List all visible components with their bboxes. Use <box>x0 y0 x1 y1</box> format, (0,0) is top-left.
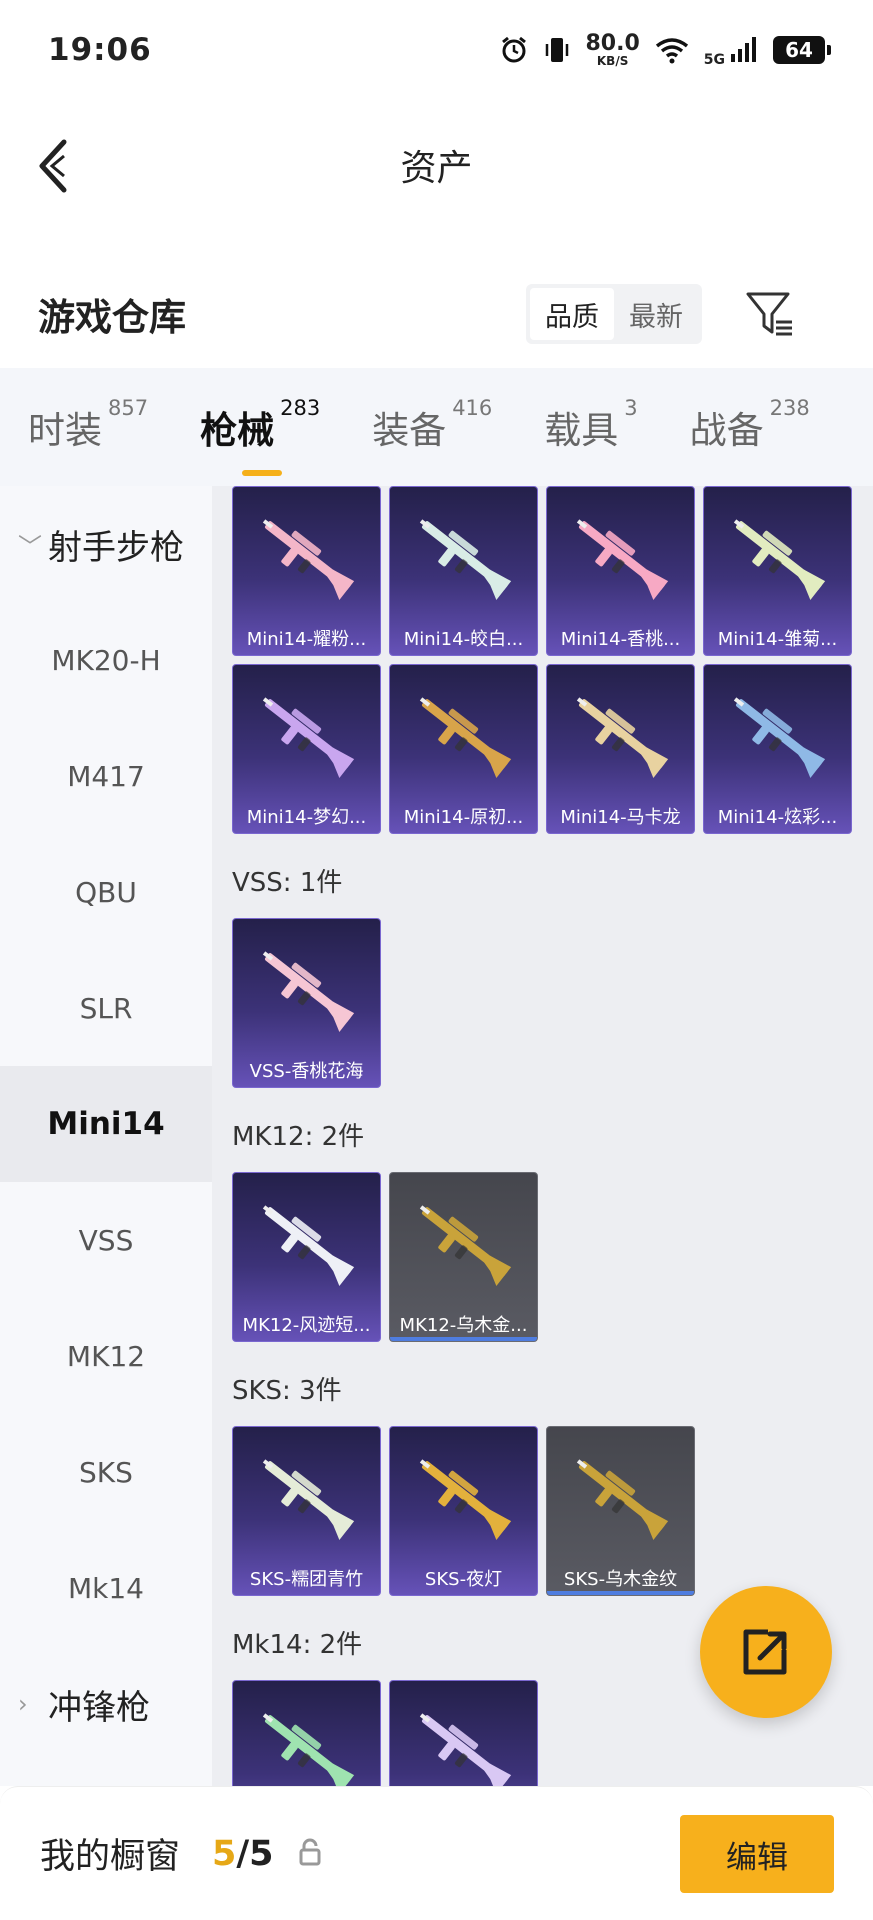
sidebar-item-slr[interactable]: SLR <box>0 950 212 1066</box>
status-time: 19:06 <box>48 32 152 68</box>
weapon-card[interactable]: Mini14-炫彩... <box>703 664 852 834</box>
tab-supplies[interactable]: 战备 238 <box>690 396 810 454</box>
alarm-icon <box>502 36 527 63</box>
rifle-icon <box>576 519 669 601</box>
weapon-card[interactable]: Mini14-梦幻... <box>232 664 381 834</box>
chevron-down-icon: ﹀ <box>18 532 42 561</box>
category-tabs: 时装 857 枪械 283 装备 416 载具 3 战备 238 <box>0 368 873 486</box>
rifle-icon <box>262 519 355 601</box>
vibrate-icon <box>546 38 569 62</box>
network-type: 5G <box>703 52 725 68</box>
edit-button[interactable]: 编辑 <box>680 1815 834 1893</box>
tab-equipment[interactable]: 装备 416 <box>372 396 492 454</box>
showcase-bar: 我的橱窗 5/5 编辑 <box>0 1786 873 1920</box>
weapon-card[interactable]: Mini14-马卡龙 <box>546 664 695 834</box>
rifle-icon <box>419 1205 512 1287</box>
warehouse-header: 游戏仓库 品质 最新 <box>0 268 873 360</box>
sidebar-item-mk14[interactable]: Mk14 <box>0 1530 212 1646</box>
rifle-icon <box>733 519 826 601</box>
rifle-icon <box>419 697 512 779</box>
weapon-card[interactable]: MK12-乌木金... <box>389 1172 538 1342</box>
sort-newest-button[interactable]: 最新 <box>614 288 698 340</box>
tab-vehicles[interactable]: 载具 3 <box>544 396 637 454</box>
rifle-icon <box>419 519 512 601</box>
sort-quality-button[interactable]: 品质 <box>530 288 614 340</box>
weapon-card[interactable]: Mini14-原初... <box>389 664 538 834</box>
rifle-icon <box>419 1713 512 1786</box>
weapon-card[interactable]: SKS-夜灯 <box>389 1426 538 1596</box>
weapon-card[interactable]: VSS-香桃花海 <box>232 918 381 1088</box>
rifle-icon <box>576 1459 669 1541</box>
rifle-icon <box>576 697 669 779</box>
showcase-count: 5/5 <box>212 1833 274 1874</box>
share-icon <box>743 1629 787 1675</box>
filter-icon[interactable] <box>744 288 796 340</box>
weapon-card[interactable]: SKS-乌木金纹 <box>546 1426 695 1596</box>
tab-guns[interactable]: 枪械 283 <box>200 396 320 476</box>
rifle-icon <box>733 697 826 779</box>
page-title: 资产 <box>400 148 473 189</box>
section-title-vss: VSS: 1件 <box>232 867 343 898</box>
wifi-icon <box>655 38 688 64</box>
title-bar: 资产 <box>0 100 873 230</box>
status-bar: 19:06 80.0 KB/S 5G 64 <box>0 0 873 100</box>
weapon-type-sidebar: ﹀ 射手步枪 MK20-H M417 QBU SLR Mini14 VSS MK… <box>0 486 212 1786</box>
warehouse-title: 游戏仓库 <box>38 296 186 339</box>
sidebar-item-qbu[interactable]: QBU <box>0 834 212 950</box>
rifle-icon <box>262 1713 355 1786</box>
rifle-icon <box>262 1205 355 1287</box>
weapon-card[interactable] <box>389 1680 538 1786</box>
back-arrow-icon[interactable] <box>34 136 74 196</box>
lock-icon <box>299 1838 321 1866</box>
weapon-card[interactable]: Mini14-耀粉... <box>232 486 381 656</box>
rifle-icon <box>262 951 355 1033</box>
showcase-label: 我的橱窗 <box>40 1837 181 1877</box>
net-speed: 80.0 KB/S <box>585 31 640 68</box>
weapon-card[interactable] <box>232 1680 381 1786</box>
sidebar-item-sks[interactable]: SKS <box>0 1414 212 1530</box>
sidebar-group-smg[interactable]: › 冲锋枪 <box>0 1646 212 1762</box>
signal-icon <box>731 37 756 62</box>
rifle-icon <box>262 697 355 779</box>
weapon-card[interactable]: Mini14-香桃... <box>546 486 695 656</box>
sidebar-item-m417[interactable]: M417 <box>0 718 212 834</box>
section-title-sks: SKS: 3件 <box>232 1375 342 1406</box>
rifle-icon <box>419 1459 512 1541</box>
weapon-card[interactable]: MK12-风迹短... <box>232 1172 381 1342</box>
sort-toggle: 品质 最新 <box>526 284 702 344</box>
sidebar-item-mini14[interactable]: Mini14 <box>0 1066 212 1182</box>
weapon-card[interactable]: Mini14-皎白... <box>389 486 538 656</box>
tab-fashion[interactable]: 时装 857 <box>28 396 148 454</box>
section-title-mk12: MK12: 2件 <box>232 1121 365 1152</box>
sidebar-group-marksman[interactable]: ﹀ 射手步枪 <box>0 486 212 602</box>
sidebar-item-mk12[interactable]: MK12 <box>0 1298 212 1414</box>
sidebar-item-vss[interactable]: VSS <box>0 1182 212 1298</box>
rifle-icon <box>262 1459 355 1541</box>
status-icons: 80.0 KB/S 5G 64 <box>499 31 831 68</box>
share-button[interactable] <box>700 1586 832 1718</box>
chevron-right-icon: › <box>18 1690 28 1718</box>
sidebar-item-mk20h[interactable]: MK20-H <box>0 602 212 718</box>
weapon-card[interactable]: Mini14-雏菊... <box>703 486 852 656</box>
weapon-card[interactable]: SKS-糯团青竹 <box>232 1426 381 1596</box>
battery-icon: 64 <box>773 36 831 64</box>
